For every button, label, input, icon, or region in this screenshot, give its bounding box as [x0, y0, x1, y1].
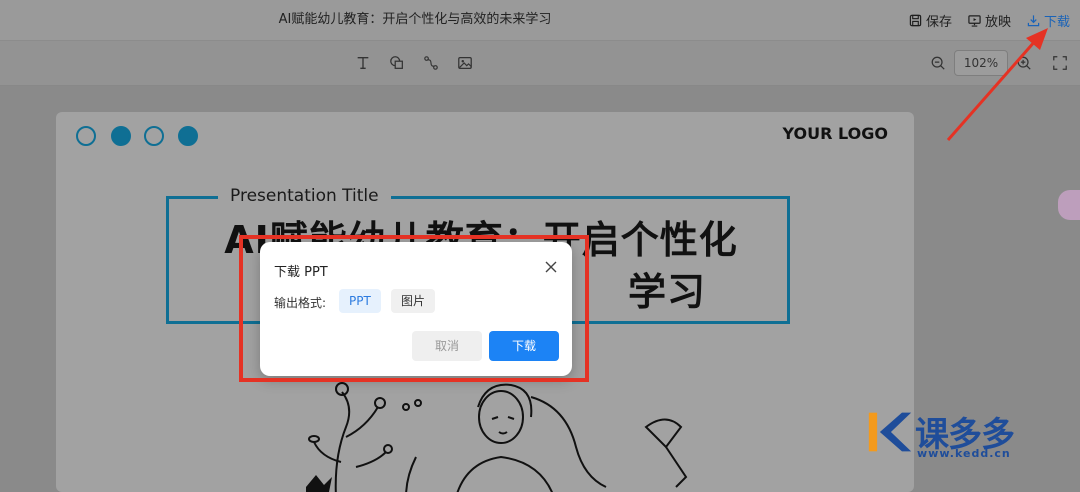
download-top-label: 下载 [1043, 14, 1070, 30]
download-dialog: 下载 PPT 输出格式: PPT 图片 取消 下载 [260, 242, 572, 376]
zoom-level[interactable]: 102% [954, 50, 1008, 76]
close-icon[interactable] [544, 260, 558, 274]
line-tool-icon[interactable] [422, 54, 440, 72]
insert-tools [354, 41, 474, 85]
decor-dot-filled [111, 126, 131, 146]
download-icon [1027, 14, 1040, 26]
present-label: 放映 [984, 14, 1011, 30]
side-handle [1058, 190, 1080, 220]
brand-logo-icon [868, 412, 912, 452]
presentation-icon [968, 14, 981, 27]
presentation-label: Presentation Title [218, 186, 391, 206]
zoom-in-icon[interactable] [1016, 55, 1032, 71]
text-tool-icon[interactable] [354, 54, 372, 72]
image-tool-icon[interactable] [456, 54, 474, 72]
dialog-title: 下载 PPT [274, 265, 328, 280]
decor-dot-outline [76, 126, 96, 146]
editor-toolbar: 102% [0, 41, 1080, 86]
watermark: 课多多 www.kedd.cn [867, 403, 1072, 463]
decor-dot-filled [178, 126, 198, 146]
top-actions: 保存 放映 下载 [909, 0, 1070, 40]
save-icon [909, 14, 922, 26]
zoom-out-icon[interactable] [930, 55, 946, 71]
format-option-ppt[interactable]: PPT [339, 289, 381, 313]
illustration-graphic [306, 382, 688, 492]
download-top-button[interactable]: 下载 [1027, 11, 1070, 30]
fullscreen-icon[interactable] [1052, 55, 1068, 71]
top-bar: AI赋能幼儿教育：开启个性化与高效的未来学习 保存 放映 下载 [0, 0, 1080, 41]
zoom-controls: 102% [930, 41, 1068, 85]
shape-tool-icon[interactable] [388, 54, 406, 72]
format-option-image[interactable]: 图片 [391, 289, 436, 313]
cancel-button[interactable]: 取消 [412, 331, 482, 361]
save-button[interactable]: 保存 [909, 11, 952, 30]
format-label: 输出格式: [274, 296, 327, 310]
document-title: AI赋能幼儿教育：开启个性化与高效的未来学习 [278, 12, 552, 27]
slide-logo: YOUR LOGO [782, 124, 888, 143]
save-label: 保存 [925, 14, 952, 30]
watermark-url: www.kedd.cn [917, 447, 1011, 460]
download-confirm-button[interactable]: 下载 [489, 331, 559, 361]
decor-dot-outline [144, 126, 164, 146]
present-button[interactable]: 放映 [968, 11, 1011, 30]
